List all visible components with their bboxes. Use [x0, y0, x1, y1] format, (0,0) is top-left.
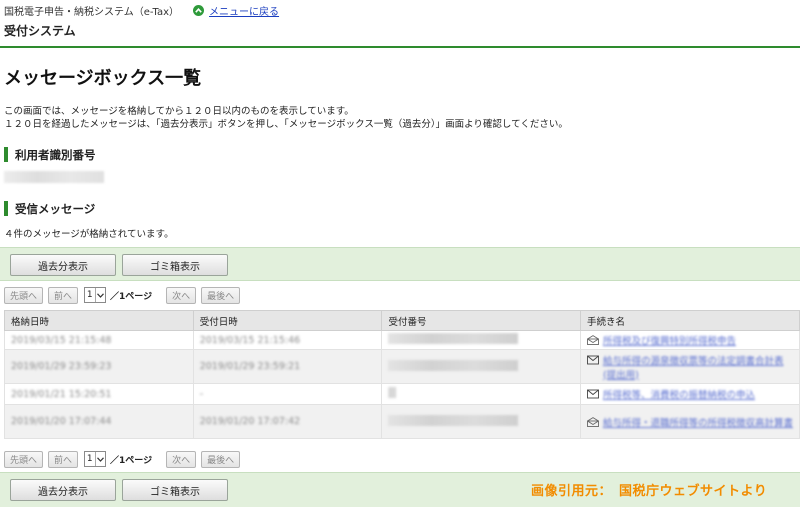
trash-button[interactable]: ゴミ箱表示: [122, 479, 228, 501]
received-at-cell: 2019/01/20 17:07:42: [199, 416, 301, 427]
button-band-top: 過去分表示 ゴミ箱表示: [0, 247, 800, 281]
procedure-link[interactable]: 給与所得の源泉徴収票等の法定調書合計表: [603, 353, 784, 367]
procedure-link[interactable]: 所得税及び復興特別所得税申告: [603, 333, 736, 347]
page-select[interactable]: 1: [84, 451, 107, 467]
table-row[interactable]: 2019/01/20 17:07:44 2019/01/20 17:07:42 …: [4, 404, 800, 439]
envelope-icon: [587, 389, 599, 399]
message-table: 格納日時 受付日時 受付番号 手続き名 2019/03/15 21:15:48 …: [4, 310, 800, 439]
page-select-value: 1: [86, 290, 93, 300]
page-select[interactable]: 1: [84, 287, 107, 303]
stored-at-cell: 2019/01/29 23:59:23: [11, 361, 112, 372]
back-to-menu-link[interactable]: メニューに戻る: [209, 3, 279, 18]
procedure-cell: 所得税等、消費税の振替納税の申込: [587, 387, 793, 401]
procedure-cell: 給与所得・退職所得等の所得税徴収高計算書: [587, 415, 793, 429]
pager-top: 先頭へ 前へ 1 ／1ページ 次へ 最後へ: [4, 286, 245, 304]
chevron-down-icon: [94, 288, 106, 302]
table-row[interactable]: 2019/01/21 15:20:51 - 所得税等、消費税の振替納税の申込: [4, 383, 800, 405]
page-title: メッセージボックス一覧: [4, 68, 202, 89]
receipt-number-redacted: [388, 414, 519, 426]
col-header-receipt-number: 受付番号: [381, 310, 581, 331]
stored-at-cell: 2019/01/20 17:07:44: [11, 416, 112, 427]
col-header-stored-at: 格納日時: [4, 310, 194, 331]
user-id-value-redacted: [4, 171, 104, 183]
past-messages-button[interactable]: 過去分表示: [10, 254, 116, 276]
procedure-cell: 所得税及び復興特別所得税申告: [587, 333, 793, 347]
table-row[interactable]: 2019/03/15 21:15:48 2019/03/15 21:15:46 …: [4, 330, 800, 350]
table-header-row: 格納日時 受付日時 受付番号 手続き名: [4, 310, 800, 331]
sub-system-title: 受付システム: [4, 24, 76, 38]
message-count-text: ４件のメッセージが格納されています。: [4, 229, 174, 240]
first-page-button[interactable]: 先頭へ: [4, 450, 44, 468]
receipt-number-redacted: [388, 333, 519, 344]
table-row[interactable]: 2019/01/29 23:59:23 2019/01/29 23:59:21 …: [4, 349, 800, 384]
page-info: ／1ページ: [110, 291, 153, 302]
envelope-icon: [587, 355, 599, 364]
prev-page-button[interactable]: 前へ: [48, 450, 79, 468]
procedure-cell: 給与所得の源泉徴収票等の法定調書合計表 (提出用): [587, 353, 793, 381]
col-header-procedure-name: 手続き名: [579, 310, 800, 331]
open-envelope-icon: [587, 416, 599, 427]
procedure-link-continued[interactable]: (提出用): [603, 367, 784, 381]
pager-bottom: 先頭へ 前へ 1 ／1ページ 次へ 最後へ: [4, 450, 245, 468]
last-page-button[interactable]: 最後へ: [201, 286, 241, 304]
section-marker: [4, 147, 8, 162]
trash-button[interactable]: ゴミ箱表示: [122, 254, 228, 276]
top-bar: 国税電子申告・納税システム（e-Tax） メニューに戻る: [4, 3, 279, 18]
header-divider: [0, 46, 800, 48]
procedure-link[interactable]: 給与所得・退職所得等の所得税徴収高計算書: [603, 415, 793, 429]
received-at-cell: 2019/01/29 23:59:21: [199, 361, 301, 372]
receipt-number-redacted: [388, 387, 397, 398]
first-page-button[interactable]: 先頭へ: [4, 286, 44, 304]
page-info: ／1ページ: [110, 455, 153, 466]
received-at-cell: -: [199, 388, 204, 400]
image-credit: 画像引用元： 国税庁ウェブサイトより: [531, 484, 768, 499]
open-envelope-icon: [587, 335, 599, 345]
procedure-link[interactable]: 所得税等、消費税の振替納税の申込: [603, 387, 755, 401]
prev-page-button[interactable]: 前へ: [48, 286, 79, 304]
section-user-id: 利用者識別番号: [4, 147, 96, 162]
next-page-button[interactable]: 次へ: [166, 450, 197, 468]
description-line: １２０日を経過したメッセージは、「過去分表示」ボタンを押し、「メッセージボックス…: [4, 119, 568, 130]
section-inbox: 受信メッセージ: [4, 201, 95, 216]
stored-at-cell: 2019/03/15 21:15:48: [11, 334, 112, 346]
page-description: この画面では、メッセージを格納してから１２０日以内のものを表示しています。 １２…: [4, 105, 568, 131]
page-select-value: 1: [86, 454, 93, 464]
last-page-button[interactable]: 最後へ: [201, 450, 241, 468]
received-at-cell: 2019/03/15 21:15:46: [199, 334, 301, 346]
section-title: 利用者識別番号: [15, 147, 96, 162]
col-header-received-at: 受付日時: [192, 310, 383, 331]
description-line: この画面では、メッセージを格納してから１２０日以内のものを表示しています。: [4, 106, 354, 117]
chevron-down-icon: [94, 452, 106, 466]
stored-at-cell: 2019/01/21 15:20:51: [11, 388, 112, 400]
past-messages-button[interactable]: 過去分表示: [10, 479, 116, 501]
system-name: 国税電子申告・納税システム（e-Tax）: [4, 6, 180, 18]
section-title: 受信メッセージ: [15, 201, 96, 216]
chevron-up-icon[interactable]: [193, 4, 205, 16]
receipt-number-redacted: [388, 359, 519, 371]
section-marker: [4, 201, 8, 216]
next-page-button[interactable]: 次へ: [166, 286, 197, 304]
